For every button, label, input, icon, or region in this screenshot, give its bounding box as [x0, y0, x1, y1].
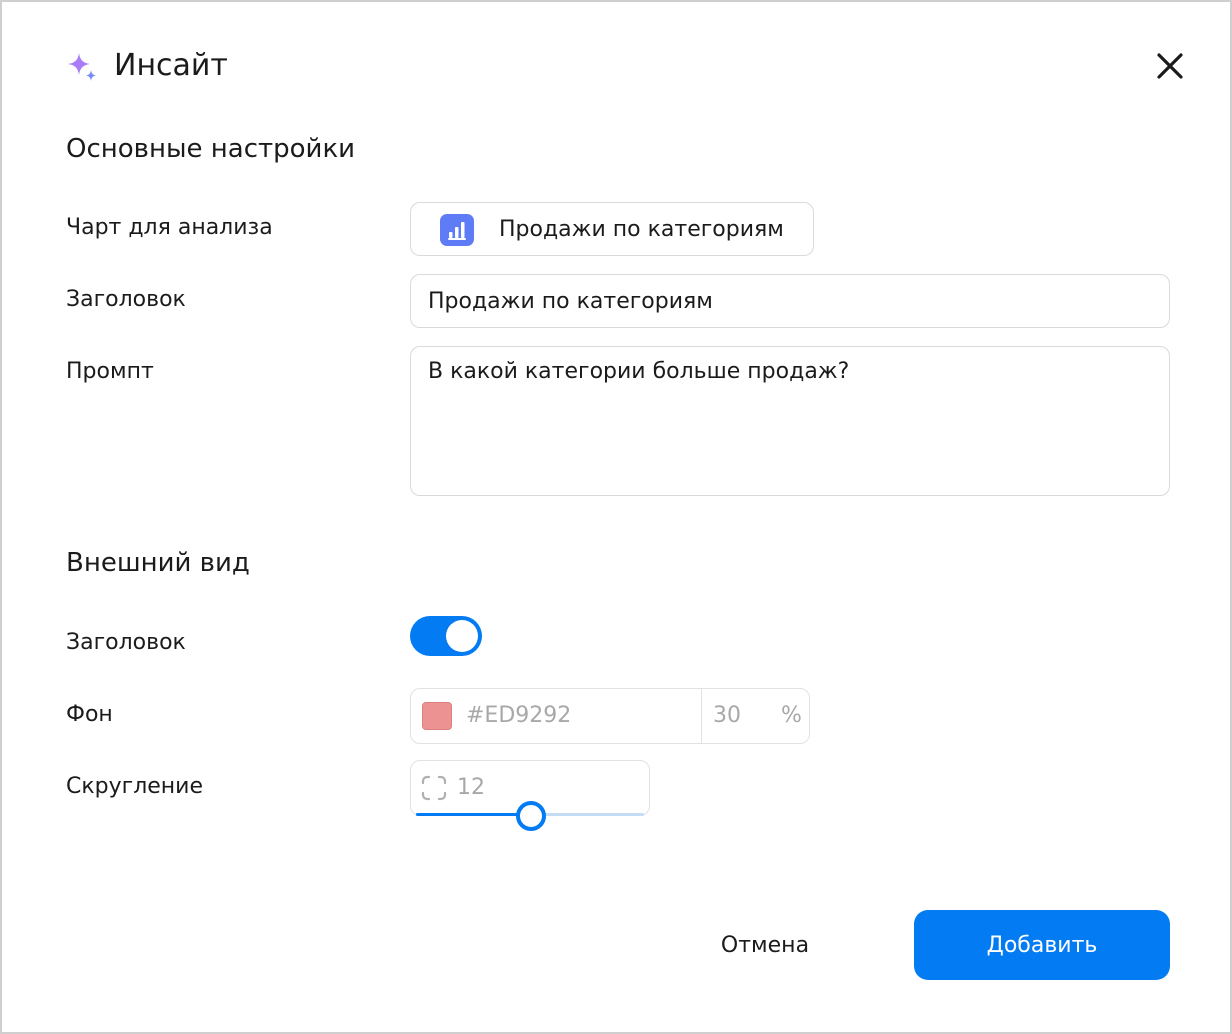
dialog-title: Инсайт	[114, 48, 228, 83]
section-title-appearance: Внешний вид	[66, 548, 250, 578]
background-color-field: %	[410, 688, 810, 744]
radius-slider-track[interactable]	[416, 801, 644, 831]
opacity-input[interactable]	[713, 701, 763, 731]
field-divider	[701, 689, 702, 743]
color-swatch[interactable]	[422, 702, 452, 730]
chart-label: Чарт для анализа	[66, 215, 273, 240]
cancel-button[interactable]: Отмена	[692, 910, 838, 980]
radius-input[interactable]	[457, 773, 557, 803]
prompt-label: Промпт	[66, 359, 154, 384]
percent-sign: %	[781, 703, 802, 728]
chart-select-value: Продажи по категориям	[499, 217, 784, 242]
insight-dialog: Инсайт Основные настройки Чарт для анали…	[0, 0, 1232, 1034]
header-toggle[interactable]	[410, 616, 482, 656]
title-input[interactable]	[410, 274, 1170, 328]
chart-select[interactable]: Продажи по категориям	[410, 202, 814, 256]
bar-chart-icon	[440, 214, 474, 246]
radius-label: Скругление	[66, 774, 204, 799]
sparkle-icon	[68, 53, 96, 81]
radius-slider-fill	[416, 813, 530, 816]
background-label: Фон	[66, 702, 113, 727]
radius-slider-thumb[interactable]	[516, 801, 546, 831]
prompt-textarea[interactable]	[410, 346, 1170, 496]
toggle-knob	[446, 620, 478, 652]
header-toggle-label: Заголовок	[66, 630, 186, 655]
section-title-main: Основные настройки	[66, 134, 356, 164]
title-label: Заголовок	[66, 287, 186, 312]
corner-radius-icon	[421, 775, 447, 801]
color-hex-input[interactable]	[466, 701, 686, 731]
close-icon[interactable]	[1150, 46, 1190, 86]
add-button[interactable]: Добавить	[914, 910, 1170, 980]
